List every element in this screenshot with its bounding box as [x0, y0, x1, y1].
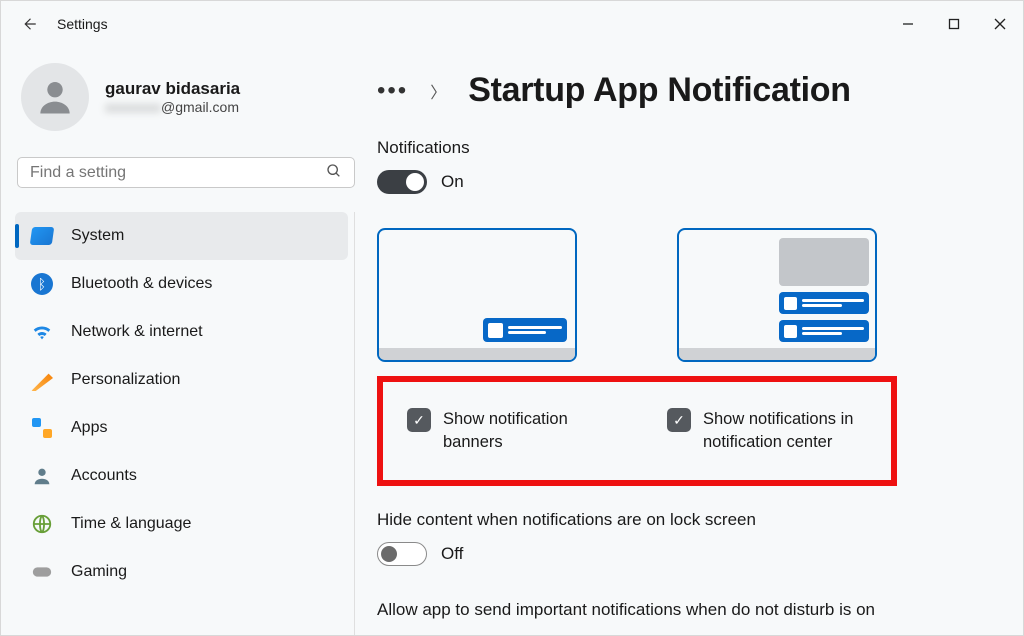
sidebar: gaurav bidasaria xxxxxxxx@gmail.com Syst…	[1, 47, 371, 635]
notifications-toggle-state: On	[441, 172, 464, 192]
paintbrush-icon	[31, 369, 53, 391]
sidebar-item-label: Accounts	[71, 467, 137, 485]
system-icon	[31, 225, 53, 247]
breadcrumb: ••• 〉 Startup App Notification	[377, 71, 983, 110]
chevron-right-icon: 〉	[430, 79, 446, 103]
close-button[interactable]	[977, 1, 1023, 47]
notifications-label: Notifications	[377, 138, 983, 158]
allow-important-label: Allow app to send important notification…	[377, 600, 983, 620]
sidebar-item-label: Apps	[71, 419, 107, 437]
main-content: ••• 〉 Startup App Notification Notificat…	[371, 47, 1023, 635]
user-header[interactable]: gaurav bidasaria xxxxxxxx@gmail.com	[15, 57, 361, 151]
person-icon	[31, 465, 53, 487]
sidebar-item-time-language[interactable]: Time & language	[15, 500, 348, 548]
hide-content-label: Hide content when notifications are on l…	[377, 510, 983, 530]
highlighted-annotation: ✓ Show notification banners ✓ Show notif…	[377, 376, 897, 486]
back-button[interactable]	[1, 1, 57, 47]
show-in-center-label: Show notifications in notification cente…	[703, 408, 867, 454]
apps-icon	[31, 417, 53, 439]
notifications-toggle[interactable]	[377, 170, 427, 194]
search-icon	[326, 163, 342, 183]
notification-previews	[377, 228, 983, 362]
bluetooth-icon: ᛒ	[31, 273, 53, 295]
search-input[interactable]	[30, 164, 326, 182]
breadcrumb-overflow[interactable]: •••	[377, 77, 408, 105]
sidebar-item-label: Bluetooth & devices	[71, 275, 212, 293]
sidebar-item-system[interactable]: System	[15, 212, 348, 260]
preview-banner[interactable]	[377, 228, 577, 362]
sidebar-item-personalization[interactable]: Personalization	[15, 356, 348, 404]
show-banners-checkbox[interactable]: ✓	[407, 408, 431, 432]
nav-list: System ᛒ Bluetooth & devices Network & i…	[15, 212, 355, 635]
sidebar-item-accounts[interactable]: Accounts	[15, 452, 348, 500]
maximize-button[interactable]	[931, 1, 977, 47]
sidebar-item-label: Personalization	[71, 371, 180, 389]
minimize-button[interactable]	[885, 1, 931, 47]
sidebar-item-label: Time & language	[71, 515, 191, 533]
sidebar-item-gaming[interactable]: Gaming	[15, 548, 348, 596]
show-in-center-checkbox[interactable]: ✓	[667, 408, 691, 432]
preview-notification-center[interactable]	[677, 228, 877, 362]
avatar	[21, 63, 89, 131]
hide-content-toggle[interactable]	[377, 542, 427, 566]
globe-icon	[31, 513, 53, 535]
sidebar-item-network[interactable]: Network & internet	[15, 308, 348, 356]
title-bar: Settings	[1, 1, 1023, 47]
show-banners-label: Show notification banners	[443, 408, 607, 454]
sidebar-item-label: System	[71, 227, 124, 245]
search-box[interactable]	[17, 157, 355, 188]
user-name: gaurav bidasaria	[105, 79, 240, 99]
page-title: Startup App Notification	[468, 71, 851, 110]
gamepad-icon	[31, 563, 53, 581]
sidebar-item-apps[interactable]: Apps	[15, 404, 348, 452]
sidebar-item-label: Network & internet	[71, 323, 203, 341]
hide-content-toggle-state: Off	[441, 544, 463, 564]
sidebar-item-label: Gaming	[71, 563, 127, 581]
sidebar-item-bluetooth[interactable]: ᛒ Bluetooth & devices	[15, 260, 348, 308]
user-email: xxxxxxxx@gmail.com	[105, 99, 240, 115]
wifi-icon	[31, 321, 53, 343]
window-title: Settings	[57, 16, 885, 32]
